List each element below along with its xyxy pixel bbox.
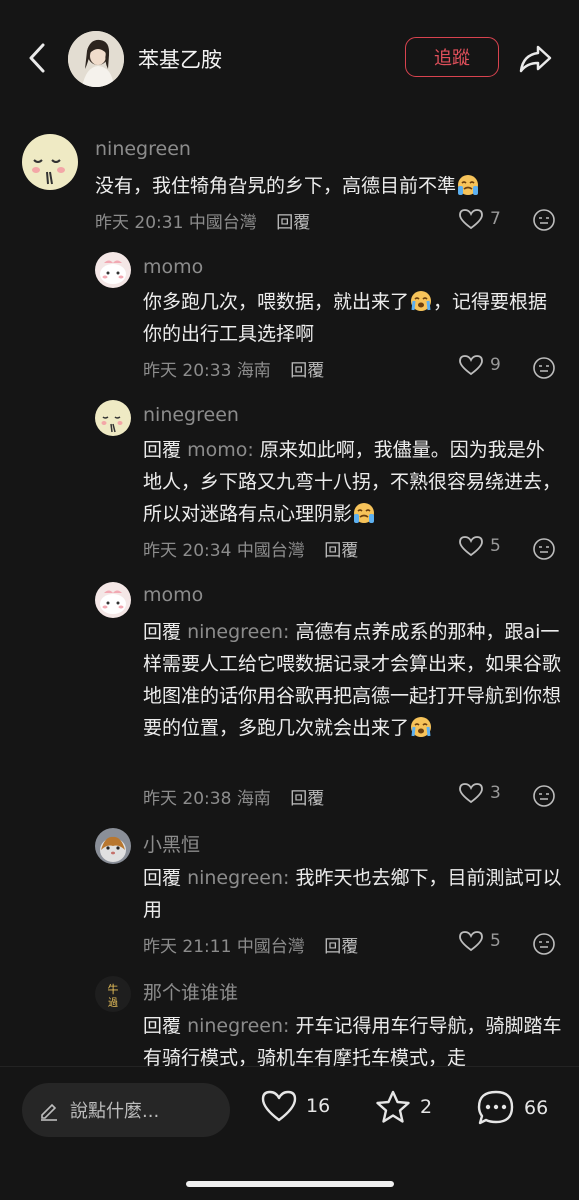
commenter-avatar[interactable] <box>22 134 78 190</box>
comment-meta: 昨天 20:33 海南 回覆 <box>143 361 325 381</box>
like-count: 7 <box>490 209 501 229</box>
comment-text: 回覆 ninegreen: 我昨天也去鄉下，目前測試可以用 <box>143 867 562 921</box>
reply-item: momo 你多跑几次，喂数据，就出来了 ，记得要根据你的出行工具选择啊 昨天 20… <box>0 248 579 388</box>
like-count: 5 <box>490 931 501 951</box>
heart-icon <box>459 355 483 376</box>
comment-text: 回覆 ninegreen: 开车记得用车行导航，骑脚踏车有骑行模式，骑机车有摩托… <box>143 1015 562 1066</box>
neutral-face-icon <box>533 209 555 231</box>
commenter-name[interactable]: ninegreen <box>95 138 191 160</box>
crying-emoji-icon <box>409 288 433 312</box>
crying-emoji-icon <box>352 500 376 524</box>
neutral-face-icon <box>533 933 555 955</box>
pencil-icon <box>41 1103 57 1121</box>
top-bar: 苯基乙胺 追蹤 <box>0 0 579 118</box>
bottom-action-bar: 說點什麼... 16 2 66 <box>0 1066 579 1200</box>
heart-icon <box>459 536 483 557</box>
reply-item: momo 回覆 ninegreen: 高德有点养成系的那种，跟ai一样需要人工给… <box>0 578 579 812</box>
author-avatar[interactable] <box>68 31 124 87</box>
mention-link[interactable]: ninegreen: <box>187 1015 289 1037</box>
mention-link[interactable]: ninegreen: <box>187 621 289 643</box>
neutral-face-icon <box>533 357 555 379</box>
commenter-avatar[interactable] <box>95 828 131 864</box>
favorite-count: 2 <box>420 1096 433 1118</box>
comment-input[interactable]: 說點什麼... <box>22 1083 230 1137</box>
neutral-face-icon <box>533 785 555 807</box>
commenter-name[interactable]: 小黑恒 <box>143 830 200 857</box>
crying-emoji-icon <box>456 172 480 196</box>
comment-count-button[interactable]: 66 <box>476 1089 548 1127</box>
comment-meta: 昨天 20:34 中國台灣 回覆 <box>143 541 359 561</box>
commenter-name[interactable]: momo <box>143 584 203 606</box>
input-placeholder: 說點什麼... <box>70 1101 160 1122</box>
svg-text:牛: 牛 <box>108 982 119 996</box>
neutral-face-icon <box>533 538 555 560</box>
home-indicator <box>186 1181 394 1187</box>
heart-icon <box>261 1090 297 1122</box>
like-button[interactable]: 9 <box>458 354 501 376</box>
chat-bubble-icon <box>477 1090 514 1125</box>
like-button[interactable]: 5 <box>458 930 501 952</box>
svg-text:過: 過 <box>108 997 118 1009</box>
comment-text: 你多跑几次，喂数据，就出来了 ，记得要根据你的出行工具选择啊 <box>143 286 563 350</box>
heart-icon <box>459 783 483 804</box>
reply-button[interactable]: 回覆 <box>276 213 310 233</box>
like-button[interactable]: 5 <box>458 535 501 557</box>
author-name[interactable]: 苯基乙胺 <box>138 44 222 74</box>
heart-icon <box>459 209 483 230</box>
reaction-button[interactable] <box>532 932 556 956</box>
reply-item: 牛過 那个谁谁谁 回覆 ninegreen: 开车记得用车行导航，骑脚踏车有骑行… <box>0 972 579 1066</box>
commenter-name[interactable]: ninegreen <box>143 404 239 426</box>
mention-link[interactable]: ninegreen: <box>187 867 289 889</box>
share-icon <box>519 45 552 73</box>
back-button[interactable] <box>22 40 52 76</box>
heart-icon <box>459 931 483 952</box>
like-count: 9 <box>490 355 501 375</box>
chevron-left-icon <box>29 43 45 73</box>
comment-meta: 昨天 21:11 中國台灣 回覆 <box>143 937 359 957</box>
like-button[interactable]: 3 <box>458 782 501 804</box>
commenter-name[interactable]: 那个谁谁谁 <box>143 978 238 1005</box>
reply-button[interactable]: 回覆 <box>290 789 324 809</box>
reply-button[interactable]: 回覆 <box>324 937 358 957</box>
post-like-count: 16 <box>306 1095 331 1117</box>
commenter-avatar[interactable] <box>95 582 131 618</box>
like-count: 5 <box>490 536 501 556</box>
commenter-avatar[interactable] <box>95 252 131 288</box>
comment-text: 回覆 momo: 原来如此啊，我儘量。因为我是外地人，乡下路又九弯十八拐，不熟很… <box>143 439 562 525</box>
favorite-button[interactable]: 2 <box>374 1089 432 1125</box>
commenter-avatar[interactable]: 牛過 <box>95 976 131 1012</box>
follow-button[interactable]: 追蹤 <box>405 37 499 77</box>
like-post-button[interactable]: 16 <box>260 1089 330 1123</box>
reply-item: 小黑恒 回覆 ninegreen: 我昨天也去鄉下，目前測試可以用 昨天 21:… <box>0 824 579 962</box>
comment-meta: 昨天 20:38 海南 回覆 <box>143 789 325 809</box>
reaction-button[interactable] <box>532 784 556 808</box>
reply-button[interactable]: 回覆 <box>290 361 324 381</box>
comment-meta: 昨天 20:31 中國台灣 回覆 <box>95 213 311 233</box>
comment-text: 回覆 ninegreen: 高德有点养成系的那种，跟ai一样需要人工给它喂数据记… <box>143 621 562 739</box>
mention-link[interactable]: momo: <box>187 439 254 461</box>
crying-emoji-icon <box>409 714 433 738</box>
comment-item: ninegreen 没有，我住犄角旮旯的乡下，高德目前不準 昨天 20:31 中… <box>0 128 579 238</box>
comment-count: 66 <box>524 1097 549 1119</box>
share-button[interactable] <box>515 39 555 79</box>
reply-item: ninegreen 回覆 momo: 原来如此啊，我儘量。因为我是外地人，乡下路… <box>0 396 579 566</box>
star-icon <box>376 1090 410 1123</box>
reaction-button[interactable] <box>532 356 556 380</box>
commenter-name[interactable]: momo <box>143 256 203 278</box>
comment-text: 没有，我住犄角旮旯的乡下，高德目前不準 <box>95 170 565 202</box>
commenter-avatar[interactable] <box>95 400 131 436</box>
reaction-button[interactable] <box>532 537 556 561</box>
like-button[interactable]: 7 <box>458 208 501 230</box>
reaction-button[interactable] <box>532 208 556 232</box>
reply-button[interactable]: 回覆 <box>324 541 358 561</box>
like-count: 3 <box>490 783 501 803</box>
